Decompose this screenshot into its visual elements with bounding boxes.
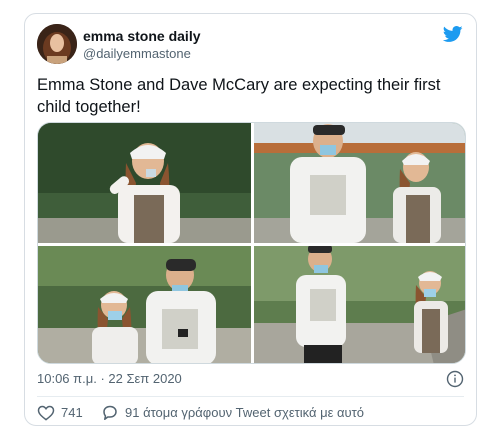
like-count: 741 [61, 405, 83, 420]
reply-bubble-icon [101, 404, 119, 421]
like-button[interactable]: 741 [37, 404, 83, 421]
user-handle[interactable]: @dailyemmastone [83, 46, 191, 61]
photo-3[interactable] [38, 246, 251, 364]
photo-2[interactable] [254, 123, 466, 243]
tweet-text: Emma Stone and Dave McCary are expecting… [37, 76, 441, 116]
twitter-bird-icon[interactable] [442, 24, 464, 44]
avatar[interactable] [37, 24, 77, 64]
tweet-timestamp[interactable]: 10:06 π.μ. · 22 Σεπ 2020 [37, 371, 182, 386]
heart-icon [37, 404, 55, 421]
display-name[interactable]: emma stone daily [83, 28, 201, 44]
reply-count-text: 91 άτομα γράφουν Tweet σχετικά με αυτό [125, 405, 364, 420]
info-icon[interactable] [446, 370, 464, 388]
divider [37, 396, 464, 397]
photo-4[interactable] [254, 245, 466, 364]
photo-1[interactable] [38, 123, 251, 243]
photo-grid[interactable] [37, 122, 466, 364]
tweet-card: emma stone daily @dailyemmastone Emma St… [24, 13, 477, 426]
reply-button[interactable]: 91 άτομα γράφουν Tweet σχετικά με αυτό [101, 404, 364, 421]
